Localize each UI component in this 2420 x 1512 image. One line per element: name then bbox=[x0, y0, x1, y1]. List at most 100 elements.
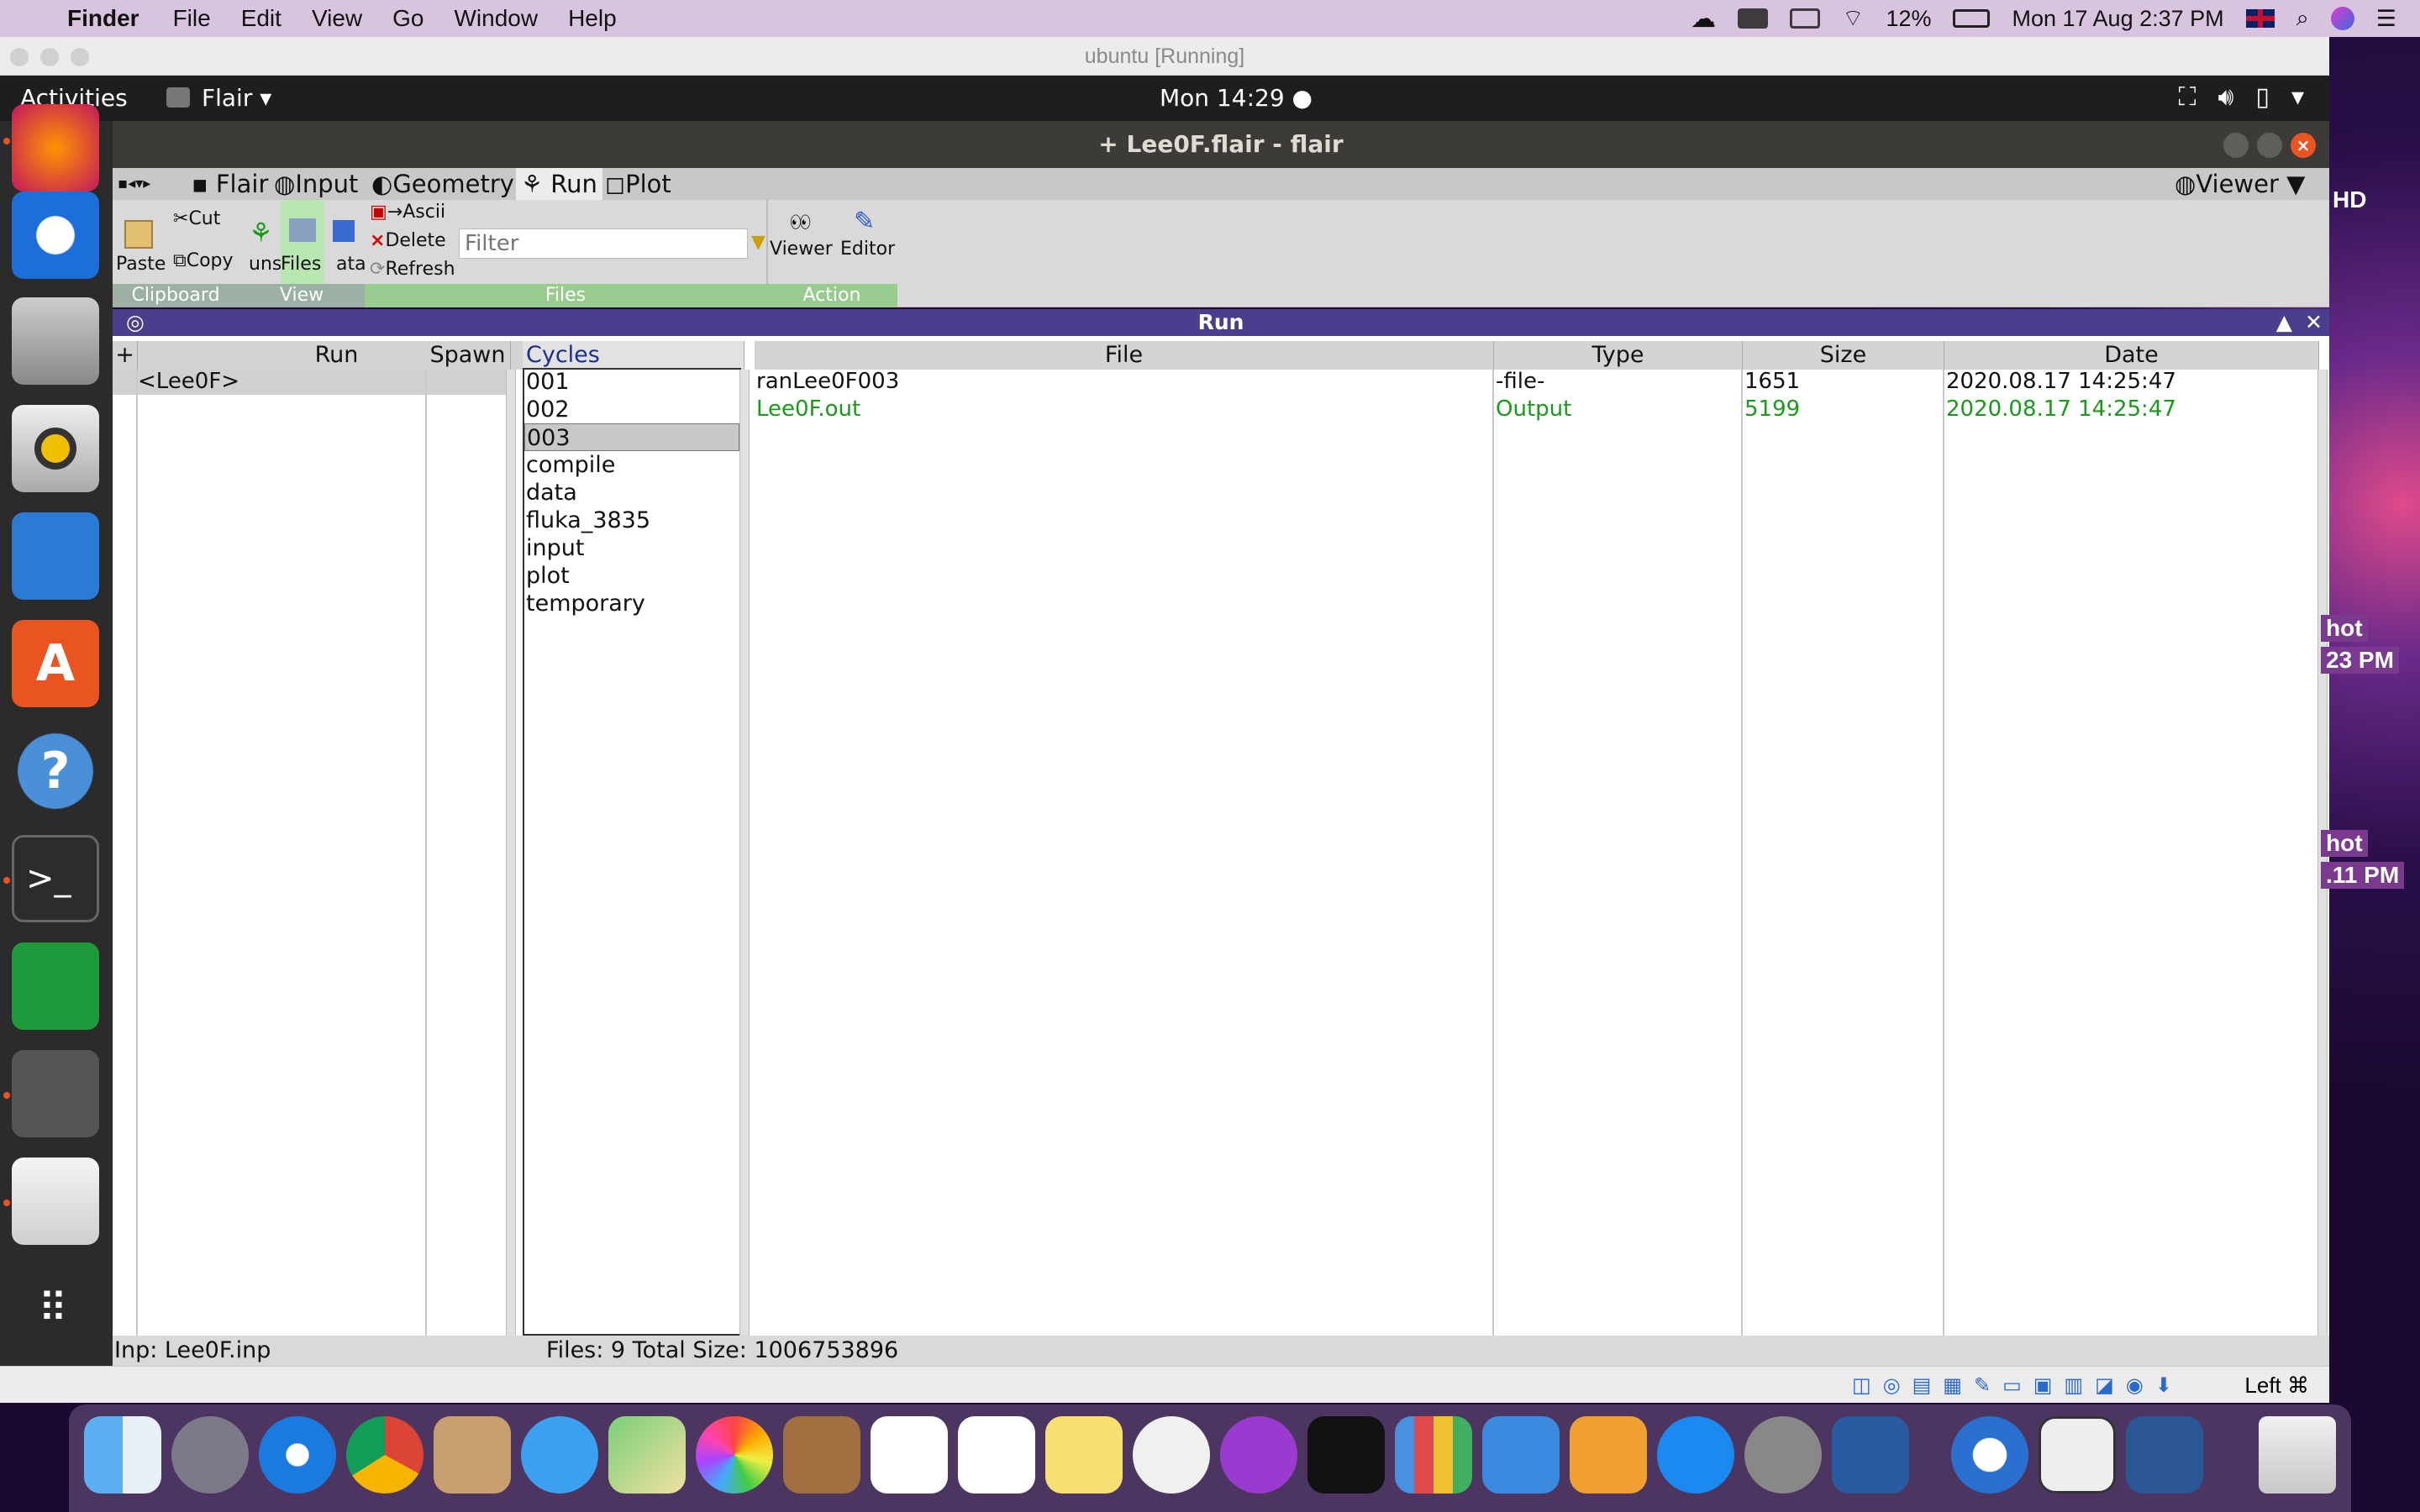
col-header-size[interactable]: Size bbox=[1743, 341, 1944, 370]
desktop-hd-label[interactable]: HD bbox=[2333, 186, 2366, 213]
close-icon[interactable]: × bbox=[2291, 133, 2316, 158]
music-icon[interactable] bbox=[1133, 1416, 1210, 1494]
text-editor-icon[interactable] bbox=[12, 1158, 99, 1245]
viewer-button[interactable]: Viewer bbox=[770, 239, 833, 260]
col-header-spawn[interactable]: Spawn bbox=[425, 341, 511, 370]
tab-flair[interactable]: ▪ Flair bbox=[187, 168, 273, 200]
ascii-button[interactable]: ▣→Ascii bbox=[370, 202, 445, 223]
refresh-button[interactable]: ⟳Refresh bbox=[370, 259, 455, 280]
rhythmbox-icon[interactable] bbox=[12, 405, 99, 492]
cut-button[interactable]: ✂Cut bbox=[173, 208, 220, 229]
ubuntu-clock[interactable]: Mon 14:29 ● bbox=[1160, 84, 1313, 112]
minimize-window-icon[interactable] bbox=[40, 48, 59, 66]
cycle-item[interactable]: compile bbox=[524, 451, 739, 479]
notes-icon[interactable] bbox=[1045, 1416, 1123, 1494]
tab-geometry[interactable]: ◐Geometry bbox=[366, 168, 519, 200]
launchpad-icon[interactable] bbox=[171, 1416, 249, 1494]
terminal-icon[interactable]: >_ bbox=[12, 835, 99, 922]
cloud-icon[interactable]: ☁ bbox=[1691, 4, 1716, 34]
help-icon[interactable]: ? bbox=[12, 727, 99, 815]
panel-pin-icon[interactable]: ◎ bbox=[126, 309, 145, 336]
add-run-button[interactable]: + bbox=[113, 341, 138, 370]
col-header-type[interactable]: Type bbox=[1494, 341, 1743, 370]
software-center-icon[interactable]: A bbox=[12, 620, 99, 707]
menu-help[interactable]: Help bbox=[568, 5, 617, 32]
maps-icon[interactable] bbox=[608, 1416, 686, 1494]
delete-button[interactable]: ×Delete bbox=[370, 230, 446, 251]
flag-icon[interactable] bbox=[2245, 9, 2275, 28]
quicktime-icon[interactable] bbox=[1951, 1416, 2028, 1494]
finder-icon[interactable] bbox=[84, 1416, 161, 1494]
menu-app-finder[interactable]: Finder bbox=[67, 5, 139, 32]
cycle-item[interactable]: temporary bbox=[524, 590, 739, 617]
search-icon[interactable]: ⌕ bbox=[2296, 5, 2309, 32]
virtualbox-icon[interactable] bbox=[1832, 1416, 1909, 1494]
desktop-screenshot-time[interactable]: .11 PM bbox=[2321, 862, 2405, 889]
storage-icon[interactable] bbox=[1738, 8, 1769, 29]
tab-viewer[interactable]: ◍Viewer ▼ bbox=[2170, 168, 2310, 200]
battery-icon[interactable] bbox=[1953, 9, 1991, 28]
keynote-icon[interactable] bbox=[1482, 1416, 1560, 1494]
thunderbird-icon[interactable] bbox=[12, 192, 99, 279]
network-icon[interactable]: ⛶ bbox=[2179, 82, 2196, 112]
col-header-file[interactable]: File bbox=[755, 341, 1494, 370]
app-menu-flair[interactable]: Flair ▾ bbox=[202, 84, 271, 112]
maximize-icon[interactable] bbox=[2257, 133, 2282, 158]
close-window-icon[interactable] bbox=[10, 48, 29, 66]
pages-icon[interactable] bbox=[1570, 1416, 1647, 1494]
safari-icon[interactable] bbox=[259, 1416, 336, 1494]
view-data-button[interactable]: ata bbox=[336, 254, 366, 275]
cycle-item[interactable]: fluka_3835 bbox=[524, 507, 739, 534]
podcasts-icon[interactable] bbox=[1220, 1416, 1297, 1494]
show-applications-icon[interactable]: ⠿ bbox=[12, 1265, 99, 1352]
cycle-item[interactable]: 001 bbox=[524, 368, 739, 396]
col-header-cycles[interactable]: Cycles bbox=[523, 341, 744, 370]
siri-icon[interactable] bbox=[2330, 7, 2354, 30]
desktop-screenshot-label[interactable]: hot bbox=[2321, 830, 2368, 857]
run-list-scrollbar[interactable] bbox=[506, 370, 516, 1336]
vbox-device-icons[interactable]: ◫◎▤▦✎▭▣▥◪◉⬇ bbox=[1852, 1373, 2184, 1397]
battery-percent[interactable]: 12% bbox=[1886, 6, 1931, 32]
menu-window[interactable]: Window bbox=[454, 5, 538, 32]
view-files-button[interactable]: Files bbox=[281, 254, 321, 275]
flair-cauldron-icon[interactable] bbox=[12, 1050, 99, 1137]
menu-edit[interactable]: Edit bbox=[241, 5, 281, 32]
volume-icon[interactable]: 🔊︎ bbox=[2218, 82, 2234, 112]
editor-button[interactable]: Editor bbox=[840, 239, 895, 260]
menu-view[interactable]: View bbox=[312, 5, 362, 32]
libreoffice-calc-icon[interactable] bbox=[12, 942, 99, 1030]
screenshot-preview-icon[interactable] bbox=[2039, 1416, 2116, 1494]
notification-center-icon[interactable]: ☰ bbox=[2376, 6, 2396, 32]
cycle-item[interactable]: plot bbox=[524, 562, 739, 590]
firefox-icon[interactable] bbox=[12, 104, 99, 192]
app-store-icon[interactable] bbox=[1657, 1416, 1734, 1494]
battery-icon[interactable]: ▯ bbox=[2255, 82, 2270, 112]
numbers-icon[interactable] bbox=[1395, 1416, 1472, 1494]
panel-maximize-icon[interactable]: ▲ bbox=[2276, 309, 2292, 336]
contacts-icon[interactable] bbox=[783, 1416, 860, 1494]
calendar-icon[interactable] bbox=[871, 1416, 948, 1494]
wifi-icon[interactable]: ⌔ bbox=[1842, 4, 1864, 34]
desktop-screenshot-label[interactable]: hot bbox=[2321, 615, 2368, 642]
tab-run[interactable]: ⚘ Run bbox=[516, 168, 602, 200]
cycle-item-selected[interactable]: 003 bbox=[524, 423, 739, 451]
file-name[interactable]: ranLee0F003 bbox=[756, 368, 899, 396]
display-icon[interactable] bbox=[1790, 8, 1821, 29]
minimize-icon[interactable] bbox=[2223, 133, 2249, 158]
copy-button[interactable]: ⧉Copy bbox=[173, 250, 234, 271]
cycle-item[interactable]: input bbox=[524, 534, 739, 562]
tab-input[interactable]: ◍Input bbox=[269, 168, 363, 200]
file-name[interactable]: Lee0F.out bbox=[756, 396, 860, 423]
tab-plot[interactable]: ◻Plot bbox=[600, 168, 676, 200]
chevron-down-icon[interactable]: ▾ bbox=[2291, 82, 2304, 112]
chrome-icon[interactable] bbox=[346, 1416, 424, 1494]
paste-button[interactable]: Paste bbox=[116, 254, 166, 275]
trash-icon[interactable] bbox=[2259, 1416, 2336, 1494]
photos-icon[interactable] bbox=[696, 1416, 773, 1494]
filter-funnel-icon[interactable]: ▼ bbox=[751, 232, 765, 253]
desktop-screenshot-time[interactable]: 23 PM bbox=[2321, 647, 2399, 674]
run-row-label[interactable]: <Lee0F> bbox=[138, 368, 239, 396]
cycle-item[interactable]: data bbox=[524, 479, 739, 507]
cycle-item[interactable]: 002 bbox=[524, 396, 739, 423]
quick-access-icons[interactable]: ▪◂▾▸ bbox=[113, 168, 155, 200]
